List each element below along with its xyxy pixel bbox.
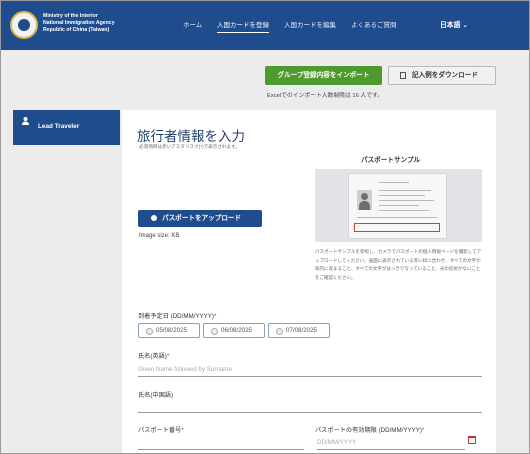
radio-icon (146, 328, 153, 335)
nav-active-indicator (217, 32, 269, 33)
passport-number-label-text: パスポート番号 (138, 427, 182, 434)
passport-sample-document (349, 174, 446, 238)
agency-name: Ministry of the Interior National Immigr… (43, 13, 115, 34)
user-icon (22, 117, 29, 125)
arrival-date-option-label: 05/08/2025 (156, 327, 187, 334)
import-limit-note: Excelでのインポート人数制限は 16 人です。 (267, 93, 384, 99)
sidebar-item-label: Lead Traveler (38, 123, 80, 130)
passport-photo (357, 190, 372, 210)
radio-icon (211, 328, 218, 335)
nav-faq[interactable]: よくあるご質問 (351, 19, 397, 29)
passport-mrz-frame (354, 223, 440, 232)
nav-register-arrival-card[interactable]: 入国カードを登録 (217, 19, 269, 29)
arrival-date-option-label: 06/08/2025 (221, 327, 252, 334)
download-sample-label: 記入例をダウンロード (412, 72, 478, 79)
name-zh-input[interactable] (138, 398, 482, 413)
upload-passport-label: パスポートをアップロード (162, 215, 242, 222)
agency-line: Ministry of the Interior (43, 13, 98, 19)
passport-expiry-input[interactable] (317, 435, 465, 450)
emblem-logo[interactable] (10, 11, 38, 39)
passport-expiry-label-text: パスポートの有効期限 (DD/MM/YYYY) (315, 427, 422, 434)
arrival-date-label: 到着予定日 (DD/MM/YYYY)* (138, 311, 216, 320)
agency-line: National Immigration Agency (43, 20, 115, 26)
arrival-date-label-text: 到着予定日 (DD/MM/YYYY) (138, 313, 214, 320)
page-title: 旅行者情報を入力 (137, 129, 245, 144)
passport-number-input[interactable] (138, 435, 304, 450)
passport-sample-heading: パスポートサンプル (361, 157, 421, 164)
camera-icon (151, 215, 157, 221)
radio-icon (276, 328, 283, 335)
passport-expiry-label: パスポートの有効期限 (DD/MM/YYYY)* (315, 425, 424, 434)
arrival-date-option-label: 07/08/2025 (286, 327, 317, 334)
agency-line: Republic of China (Taiwan) (43, 27, 110, 33)
upload-passport-button[interactable]: パスポートをアップロード (138, 210, 262, 227)
nav-home[interactable]: ホーム (183, 19, 202, 29)
passport-sample-description: パスポートサンプルを参照し、カメラでパスポートの個人情報ページを撮影してアップロ… (315, 249, 482, 280)
nav-edit-arrival-card[interactable]: 入国カードを編集 (284, 19, 336, 29)
required-asterisk: * (213, 313, 217, 320)
sidebar-item-lead-traveler[interactable]: Lead Traveler (13, 110, 120, 145)
name-en-label-text: 氏名(英語) (138, 353, 167, 360)
required-asterisk: * (421, 427, 425, 434)
required-asterisk: * (181, 427, 184, 434)
app-window: Ministry of the Interior National Immigr… (0, 0, 530, 454)
import-group-button[interactable]: グループ登録内容をインポート (265, 66, 382, 85)
required-note: 必須項目は赤いアスタリスク(*)で表示されます。 (139, 144, 240, 149)
download-icon (400, 72, 406, 79)
top-header: Ministry of the Interior National Immigr… (1, 1, 529, 50)
calendar-icon[interactable] (468, 436, 476, 444)
image-size-info: Image size: KB (139, 233, 180, 239)
arrival-date-option[interactable]: 07/08/2025 (268, 323, 330, 338)
required-asterisk: * (166, 353, 170, 360)
name-en-label: 氏名(英語)* (138, 351, 169, 360)
language-selector[interactable]: 日本語 ⌄ (440, 19, 468, 29)
passport-number-label: パスポート番号* (138, 425, 184, 434)
arrival-date-option[interactable]: 05/08/2025 (138, 323, 200, 338)
download-sample-button[interactable]: 記入例をダウンロード (388, 66, 496, 85)
name-en-input[interactable] (138, 362, 482, 377)
arrival-date-option[interactable]: 06/08/2025 (203, 323, 265, 338)
